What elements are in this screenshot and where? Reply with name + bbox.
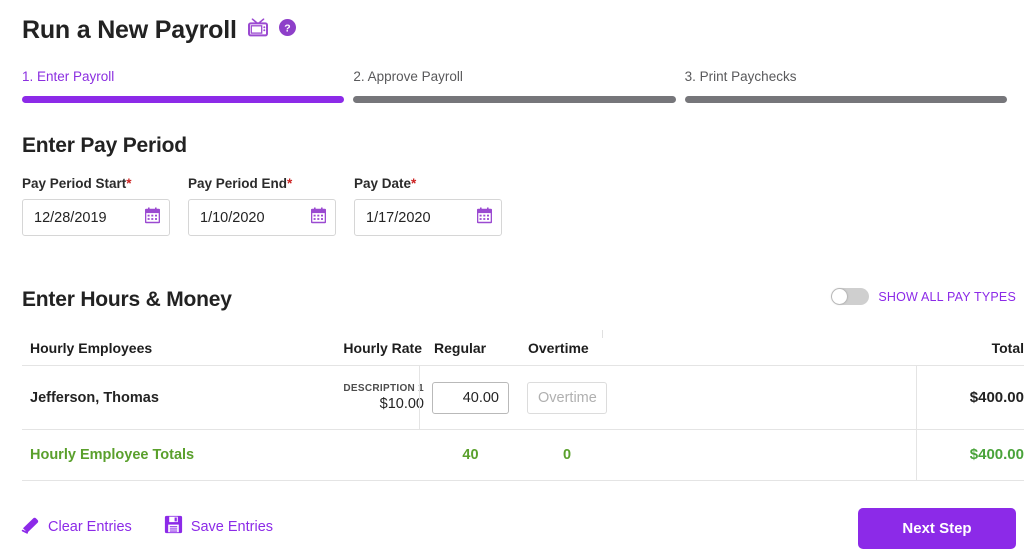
pay-date-input[interactable]: 1/17/2020 bbox=[354, 199, 502, 236]
calendar-icon[interactable] bbox=[144, 207, 161, 228]
regular-hours-input[interactable]: 40.00 bbox=[432, 381, 509, 414]
step-approve-payroll[interactable]: 2. Approve Payroll bbox=[353, 68, 676, 103]
column-header-total: Total bbox=[991, 339, 1024, 356]
calendar-icon[interactable] bbox=[476, 207, 493, 228]
table-row: Jefferson, Thomas DESCRIPTION 1 $10.00 4… bbox=[22, 366, 1024, 430]
step-enter-payroll[interactable]: 1. Enter Payroll bbox=[22, 68, 345, 103]
enter-hours-money-title: Enter Hours & Money bbox=[22, 288, 232, 311]
pay-date-field: Pay Date* 1/17/2020 bbox=[354, 176, 502, 236]
pay-period-start-label: Pay Period Start* bbox=[22, 176, 132, 191]
overtime-hours-input[interactable]: Overtime bbox=[527, 381, 607, 414]
totals-label: Hourly Employee Totals bbox=[30, 447, 195, 463]
rate-description: DESCRIPTION 1 bbox=[343, 382, 424, 394]
step-print-paychecks[interactable]: 3. Print Paychecks bbox=[684, 68, 1007, 103]
show-all-pay-types-toggle[interactable] bbox=[831, 288, 870, 305]
page-title: Run a New Payroll bbox=[22, 16, 237, 44]
step-progress-bar bbox=[684, 96, 1007, 103]
totals-row: Hourly Employee Totals 40 0 $400.00 bbox=[22, 430, 1024, 481]
step-label: 1. Enter Payroll bbox=[22, 69, 115, 84]
save-entries-button[interactable]: Save Entries bbox=[164, 515, 273, 538]
show-all-pay-types-label: SHOW ALL PAY TYPES bbox=[878, 289, 1016, 304]
column-header-regular: Regular bbox=[434, 339, 487, 356]
column-header-overtime: Overtime bbox=[528, 339, 589, 356]
header-tick-divider bbox=[602, 330, 603, 338]
clear-entries-button[interactable]: Clear Entries bbox=[20, 516, 132, 538]
pay-period-end-value: 1/10/2020 bbox=[200, 209, 265, 226]
step-label: 2. Approve Payroll bbox=[353, 69, 463, 84]
pay-period-end-label: Pay Period End* bbox=[188, 176, 293, 191]
next-step-button[interactable]: Next Step bbox=[858, 508, 1016, 549]
save-entries-label: Save Entries bbox=[190, 518, 274, 535]
total-column-divider bbox=[916, 430, 917, 480]
toggle-knob bbox=[832, 289, 848, 304]
help-circle-icon[interactable]: ? bbox=[278, 19, 296, 41]
pay-period-start-field: Pay Period Start* 12/28/2019 bbox=[22, 176, 170, 236]
hours-money-table: Hourly Employees Hourly Rate Regular Ove… bbox=[22, 330, 1024, 481]
totals-regular-cell: 40 bbox=[432, 447, 527, 463]
payroll-page: Run a New Payroll ? 1. Enter Payroll 2. … bbox=[0, 0, 1024, 558]
rate-amount: $10.00 bbox=[379, 395, 424, 412]
page-header: Run a New Payroll ? bbox=[22, 14, 296, 46]
step-label: 3. Print Paychecks bbox=[684, 69, 797, 84]
overtime-hours-cell: Overtime bbox=[527, 381, 622, 414]
calendar-icon[interactable] bbox=[310, 207, 327, 228]
totals-total-value: $400.00 bbox=[969, 446, 1024, 463]
totals-overtime-value: 0 bbox=[562, 447, 572, 463]
regular-hours-cell: 40.00 bbox=[432, 381, 527, 414]
column-header-employees: Hourly Employees bbox=[30, 339, 153, 356]
eraser-icon bbox=[20, 516, 40, 538]
total-column-divider bbox=[916, 366, 917, 429]
pay-period-start-value: 12/28/2019 bbox=[34, 209, 107, 226]
tv-icon[interactable] bbox=[247, 17, 269, 43]
pay-period-start-input[interactable]: 12/28/2019 bbox=[22, 199, 170, 236]
payroll-steps: 1. Enter Payroll 2. Approve Payroll 3. P… bbox=[22, 68, 1007, 103]
totals-regular-value: 40 bbox=[462, 447, 479, 463]
column-header-hourly-rate: Hourly Rate bbox=[343, 339, 422, 356]
employee-name-cell: Jefferson, Thomas bbox=[22, 389, 324, 407]
pay-date-value: 1/17/2020 bbox=[366, 209, 431, 226]
pay-period-fields: Pay Period Start* 12/28/2019 Pay Period … bbox=[22, 176, 502, 236]
svg-text:?: ? bbox=[284, 22, 290, 34]
pay-period-end-field: Pay Period End* 1/10/2020 bbox=[188, 176, 336, 236]
rate-column-divider bbox=[419, 366, 420, 429]
pay-date-label: Pay Date* bbox=[354, 176, 417, 191]
row-total-cell: $400.00 bbox=[916, 389, 1024, 407]
totals-overtime-cell: 0 bbox=[527, 447, 622, 463]
clear-entries-label: Clear Entries bbox=[48, 518, 132, 535]
totals-total-cell: $400.00 bbox=[916, 446, 1024, 464]
table-header-row: Hourly Employees Hourly Rate Regular Ove… bbox=[22, 330, 1024, 366]
floppy-disk-icon bbox=[164, 515, 183, 538]
pay-period-end-input[interactable]: 1/10/2020 bbox=[188, 199, 336, 236]
hourly-rate-cell: DESCRIPTION 1 $10.00 bbox=[324, 382, 432, 414]
show-all-pay-types-toggle-group[interactable]: SHOW ALL PAY TYPES bbox=[831, 288, 1016, 305]
totals-label-cell: Hourly Employee Totals bbox=[22, 446, 324, 464]
footer-actions: Clear Entries Save Entries bbox=[20, 515, 273, 538]
step-progress-bar bbox=[22, 96, 345, 103]
step-progress-bar bbox=[353, 96, 676, 103]
employee-name: Jefferson, Thomas bbox=[30, 389, 159, 406]
enter-pay-period-title: Enter Pay Period bbox=[22, 134, 187, 157]
row-total-value: $400.00 bbox=[969, 388, 1024, 406]
